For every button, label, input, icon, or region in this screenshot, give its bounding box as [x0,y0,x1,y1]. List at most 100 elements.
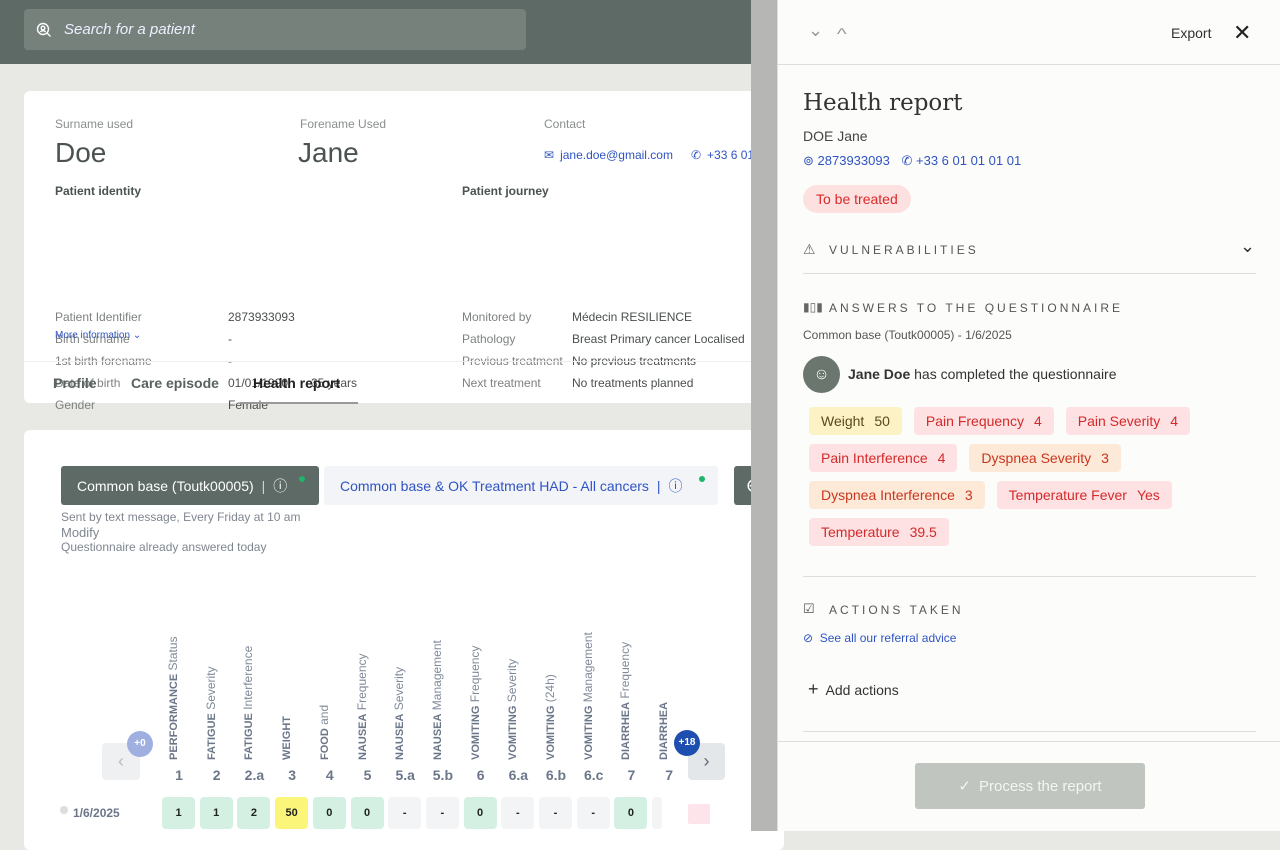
chevron-down-icon[interactable]: ⌄ [1240,236,1255,257]
grid-cell[interactable]: 1 [162,797,195,829]
questionnaire-other-label: Common base & OK Treatment HAD - All can… [340,477,649,494]
column-subcategory: Status [166,636,180,671]
process-report-button[interactable]: ✓ Process the report [915,763,1145,809]
column-subcategory: Interference [241,645,256,710]
column-category: FOOD [318,728,331,760]
column-category: NAUSEA [394,713,407,760]
actions-header: ACTIONS TAKEN [829,603,964,617]
grid-cell[interactable]: 50 [275,797,309,829]
questionnaire-tab-other[interactable]: Common base & OK Treatment HAD - All can… [324,466,718,505]
questionnaire-tab-active[interactable]: Common base (Toutk00005) | ⓘ [61,466,319,505]
chevron-right-icon: › [703,751,710,771]
completed-text: has completed the questionnaire [910,366,1117,382]
grid-cell[interactable]: 0 [350,797,384,829]
more-information-link[interactable]: More information ⌄ [55,330,141,341]
journey-value: No treatments planned [572,376,694,390]
column-number: 7 [665,767,673,783]
search-placeholder: Search for a patient [64,21,195,38]
grid-cell[interactable] [652,797,663,829]
grid-column-header: DIARRHEA [656,660,686,760]
answers-header: ANSWERS TO THE QUESTIONNAIRE [829,301,1124,315]
phone-link[interactable]: +33 6 01 01 01 01 [916,153,1021,168]
search-patient-icon [36,22,51,37]
tab-health-report[interactable]: Health report [253,375,340,391]
column-number: 5.a [395,767,415,783]
referral-advice-link[interactable]: ⊘ See all our referral advice [803,631,956,645]
grid-cell[interactable]: - [576,797,610,829]
column-category: WEIGHT [281,716,294,760]
grid-cell[interactable]: - [388,797,422,829]
column-number: 6.c [583,767,604,783]
prev-report-button[interactable]: ^ [837,26,847,44]
grid-cell-marker [688,804,710,824]
column-subcategory: Severity [203,666,218,710]
close-button[interactable]: ✕ [1233,20,1251,46]
column-number: 4 [325,767,334,783]
email-link[interactable]: jane.doe@gmail.com [560,148,673,162]
search-input[interactable]: Search for a patient [24,9,526,50]
help-icon[interactable]: ⓘ [669,476,683,496]
check-circle-icon: ✓ [958,778,971,795]
compass-icon: ⊘ [803,631,814,645]
bar-chart-icon: ▮▯▮ [803,300,823,314]
next-report-button[interactable]: ⌄ [808,20,823,41]
column-number: 7 [627,767,636,783]
checklist-icon: ☑ [803,601,815,616]
grid-cell[interactable]: 0 [463,797,497,829]
surname-label: Surname used [55,117,134,131]
grid-cell[interactable]: - [425,797,459,829]
grid-cell[interactable]: 0 [312,797,346,829]
journey-key: Next treatment [462,376,541,390]
journey-key: Pathology [462,332,516,346]
export-button[interactable]: Export [1171,25,1211,41]
chip-value: 4 [937,450,946,466]
grid-cell[interactable]: 1 [199,797,233,829]
column-number: 6.a [508,767,529,783]
help-icon[interactable]: ⓘ [273,476,287,496]
column-number: 2.a [244,767,265,783]
warning-icon: ⚠ [803,241,816,257]
grid-column-header: FATIGUE Severity [204,660,234,760]
answer-chip: Temperature Fever Yes [996,481,1172,509]
column-number: 6 [476,767,485,783]
grid-cell[interactable]: 0 [614,797,648,829]
column-subcategory: Severity [392,666,407,711]
grid-column-header: VOMITING (24h) [543,660,573,760]
answer-chip: Weight 50 [809,407,902,435]
grid-cell[interactable]: 2 [237,797,271,829]
column-number: 3 [288,767,296,783]
column-category: FATIGUE [205,713,218,760]
journey-key: Monitored by [462,310,532,324]
overlay-shade [751,0,777,831]
answer-chip: Pain Interference 4 [809,444,958,472]
tab-profile[interactable]: Profile [53,375,97,391]
patient-id-link[interactable]: 2873933093 [818,153,890,168]
column-number: 1 [175,767,183,783]
process-label: Process the report [979,777,1102,795]
column-category: NAUSEA [431,713,444,760]
column-category: DIARRHEA [620,701,633,760]
panel-title: Health report [803,90,963,116]
answer-chip: Temperature 39.5 [809,518,949,546]
column-number: 6.b [545,767,567,783]
vulnerabilities-header[interactable]: VULNERABILITIES [829,243,979,257]
sent-info: Sent by text message, Every Friday at 10… [61,510,301,524]
close-icon: ✕ [1233,20,1252,45]
chip-value: 3 [1101,450,1109,466]
tab-care-episode[interactable]: Care episode [131,375,219,391]
add-actions-button[interactable]: + Add actions [808,679,899,700]
journey-title: Patient journey [462,184,549,198]
chip-label: Pain Frequency [925,413,1024,429]
chip-value: Yes [1136,487,1160,503]
answer-chip: Dyspnea Interference 3 [809,481,985,509]
modify-link[interactable]: Modify [61,525,99,540]
column-category: PERFORMANCE [168,673,180,760]
patient-card: Surname used Doe Forename Used Jane Cont… [24,91,784,412]
grid-cell[interactable]: - [539,797,572,829]
column-subcategory: Management [429,640,444,711]
identity-value: - [228,332,232,346]
grid-column-header: PERFORMANCE Status [166,636,196,760]
answer-chip: Pain Frequency 4 [913,407,1054,435]
answer-chip: Pain Severity 4 [1065,407,1191,435]
grid-cell[interactable]: - [501,797,535,829]
